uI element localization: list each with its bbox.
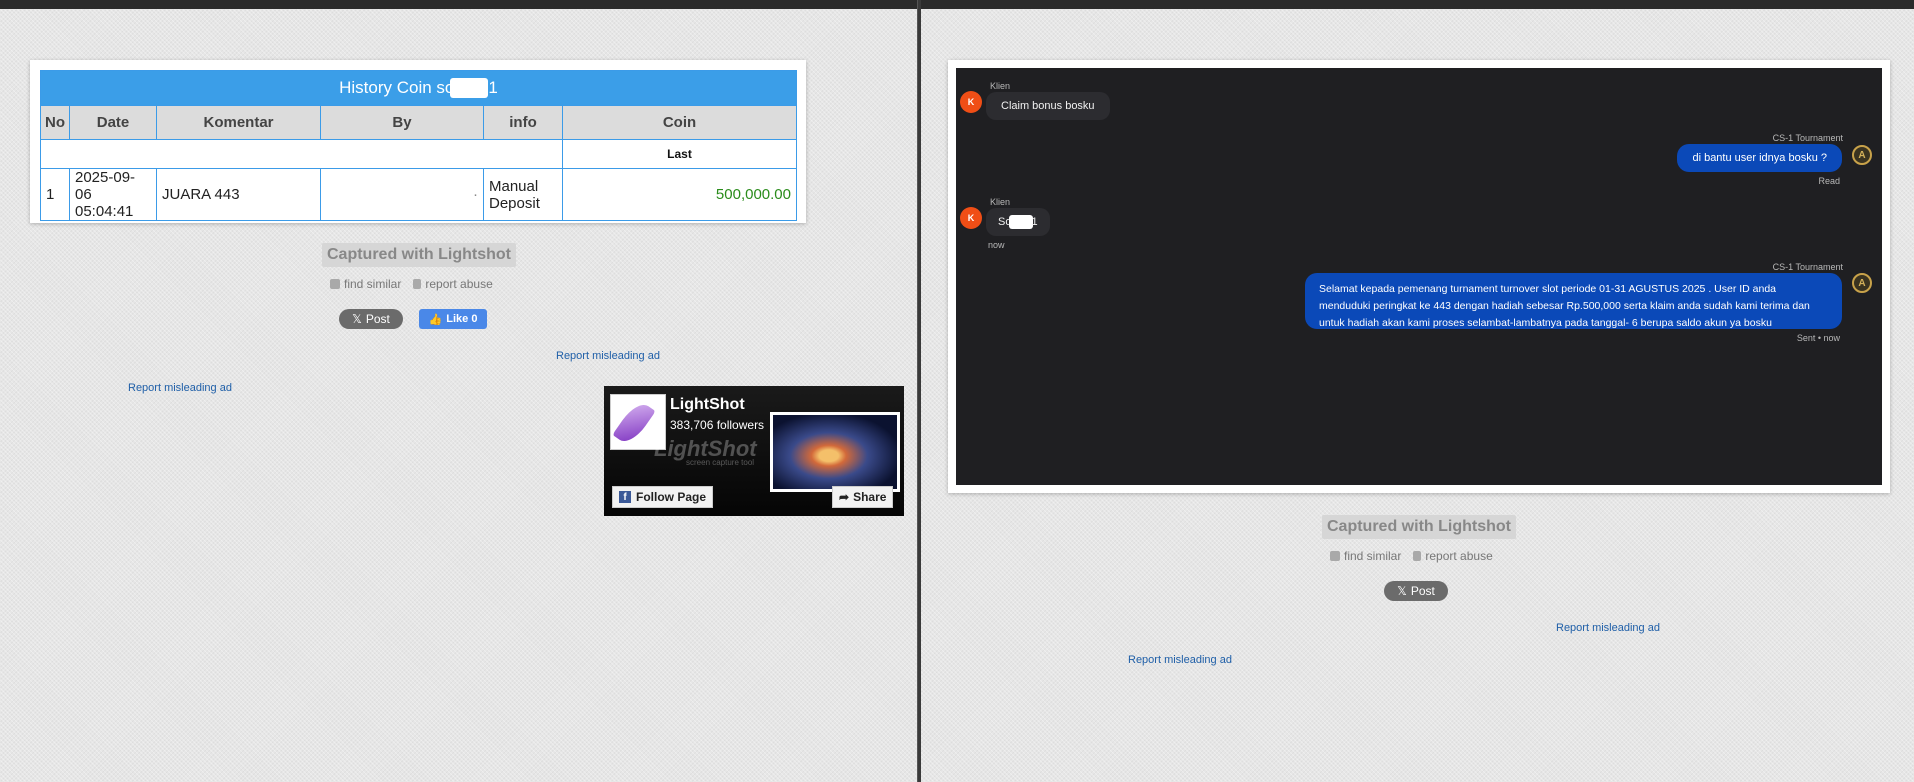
feather-icon xyxy=(612,398,656,448)
subheader-spacer xyxy=(40,139,563,169)
subheader-last: Last xyxy=(562,139,797,169)
cell-info-line2: Deposit xyxy=(489,194,540,212)
x-post-button[interactable]: 𝕏 Post xyxy=(339,309,403,329)
fb-page-name[interactable]: LightShot xyxy=(670,396,745,414)
report-abuse-link[interactable]: report abuse xyxy=(413,277,493,291)
facebook-icon: f xyxy=(619,491,631,503)
cell-date-time: 05:04:41 xyxy=(75,203,134,220)
fb-like-button[interactable]: 👍 Like 0 xyxy=(419,309,487,329)
history-coin-table: History Coin so 1 No Date Komentar By inf… xyxy=(40,70,797,221)
report-misleading-ad-link[interactable]: Report misleading ad xyxy=(128,382,232,394)
chat-conversation: Klien K Claim bonus bosku CS-1 Tournamen… xyxy=(956,68,1882,485)
share-button[interactable]: ➦ Share xyxy=(832,486,894,508)
col-header-date: Date xyxy=(69,105,157,140)
fb-cover-preview xyxy=(770,412,900,492)
message-bubble-incoming: Claim bonus bosku xyxy=(986,92,1110,120)
camera-icon xyxy=(1330,551,1340,561)
cell-date-day: 2025-09-06 xyxy=(75,169,136,203)
cell-by-mark: · xyxy=(473,186,478,203)
share-arrow-icon: ➦ xyxy=(839,490,850,504)
find-similar-link[interactable]: find similar xyxy=(1330,549,1401,563)
meta-links: find similar report abuse xyxy=(1330,549,1493,563)
x-logo-icon: 𝕏 xyxy=(1397,584,1407,598)
split-divider[interactable] xyxy=(917,0,921,782)
thumbs-up-icon: 👍 xyxy=(428,313,443,326)
sender-name: Klien xyxy=(990,197,1011,207)
cell-coin: 500,000.00 xyxy=(562,168,797,221)
cell-info-line1: Manual xyxy=(489,177,539,195)
facebook-page-widget: LightShot 383,706 followers LightShot sc… xyxy=(604,386,904,516)
meta-links: find similar report abuse xyxy=(330,277,493,291)
redaction-mark xyxy=(1009,215,1034,229)
report-abuse-link[interactable]: report abuse xyxy=(1413,549,1493,563)
cell-date: 2025-09-06 05:04:41 xyxy=(69,168,157,221)
report-misleading-ad-link[interactable]: Report misleading ad xyxy=(1128,654,1232,666)
follow-page-button[interactable]: f Follow Page xyxy=(612,486,714,508)
x-logo-icon: 𝕏 xyxy=(352,312,362,326)
message-status: now xyxy=(988,240,1005,250)
screenshot-image-left: History Coin so 1 No Date Komentar By inf… xyxy=(30,60,806,223)
flag-icon xyxy=(1413,551,1422,561)
camera-icon xyxy=(330,279,340,289)
table-row: 1 2025-09-06 05:04:41 JUARA 443 · Manual… xyxy=(40,168,797,221)
sender-name: Klien xyxy=(990,81,1011,91)
redaction-mark xyxy=(450,78,489,99)
fb-followers-count: 383,706 followers xyxy=(670,418,765,432)
cell-info: Manual Deposit xyxy=(483,168,563,221)
window-top-bar-left xyxy=(0,0,917,9)
galaxy-image xyxy=(773,415,897,489)
cell-no: 1 xyxy=(40,168,70,221)
captured-with-lightshot-label: Captured with Lightshot xyxy=(322,243,516,267)
find-similar-link[interactable]: find similar xyxy=(330,277,401,291)
report-misleading-ad-link[interactable]: Report misleading ad xyxy=(556,350,660,362)
message-bubble-incoming: So 1 xyxy=(986,208,1050,236)
sender-name: CS-1 Tournament xyxy=(1772,133,1843,143)
flag-icon xyxy=(413,279,422,289)
col-header-info: info xyxy=(483,105,563,140)
table-title: History Coin so 1 xyxy=(40,70,797,106)
col-header-komentar: Komentar xyxy=(156,105,321,140)
col-header-coin: Coin xyxy=(562,105,797,140)
message-bubble-outgoing: Selamat kepada pemenang turnament turnov… xyxy=(1305,273,1842,329)
report-misleading-ad-link[interactable]: Report misleading ad xyxy=(1556,622,1660,634)
avatar: K xyxy=(960,207,982,229)
message-status: Sent • now xyxy=(1796,333,1840,343)
cell-by: · xyxy=(320,168,484,221)
cell-komentar: JUARA 443 xyxy=(156,168,321,221)
fb-watermark-sub: screen capture tool xyxy=(686,458,755,467)
message-status: Read xyxy=(1818,176,1840,186)
captured-with-lightshot-label: Captured with Lightshot xyxy=(1322,515,1516,539)
avatar: A xyxy=(1852,273,1872,293)
avatar: A xyxy=(1852,145,1872,165)
col-header-no: No xyxy=(40,105,70,140)
screenshot-image-right: Klien K Claim bonus bosku CS-1 Tournamen… xyxy=(948,60,1890,493)
message-bubble-outgoing: di bantu user idnya bosku ? xyxy=(1677,144,1842,172)
sender-name: CS-1 Tournament xyxy=(1772,262,1843,272)
window-top-bar-right xyxy=(921,0,1914,9)
avatar: K xyxy=(960,91,982,113)
col-header-by: By xyxy=(320,105,484,140)
x-post-button[interactable]: 𝕏 Post xyxy=(1384,581,1448,601)
